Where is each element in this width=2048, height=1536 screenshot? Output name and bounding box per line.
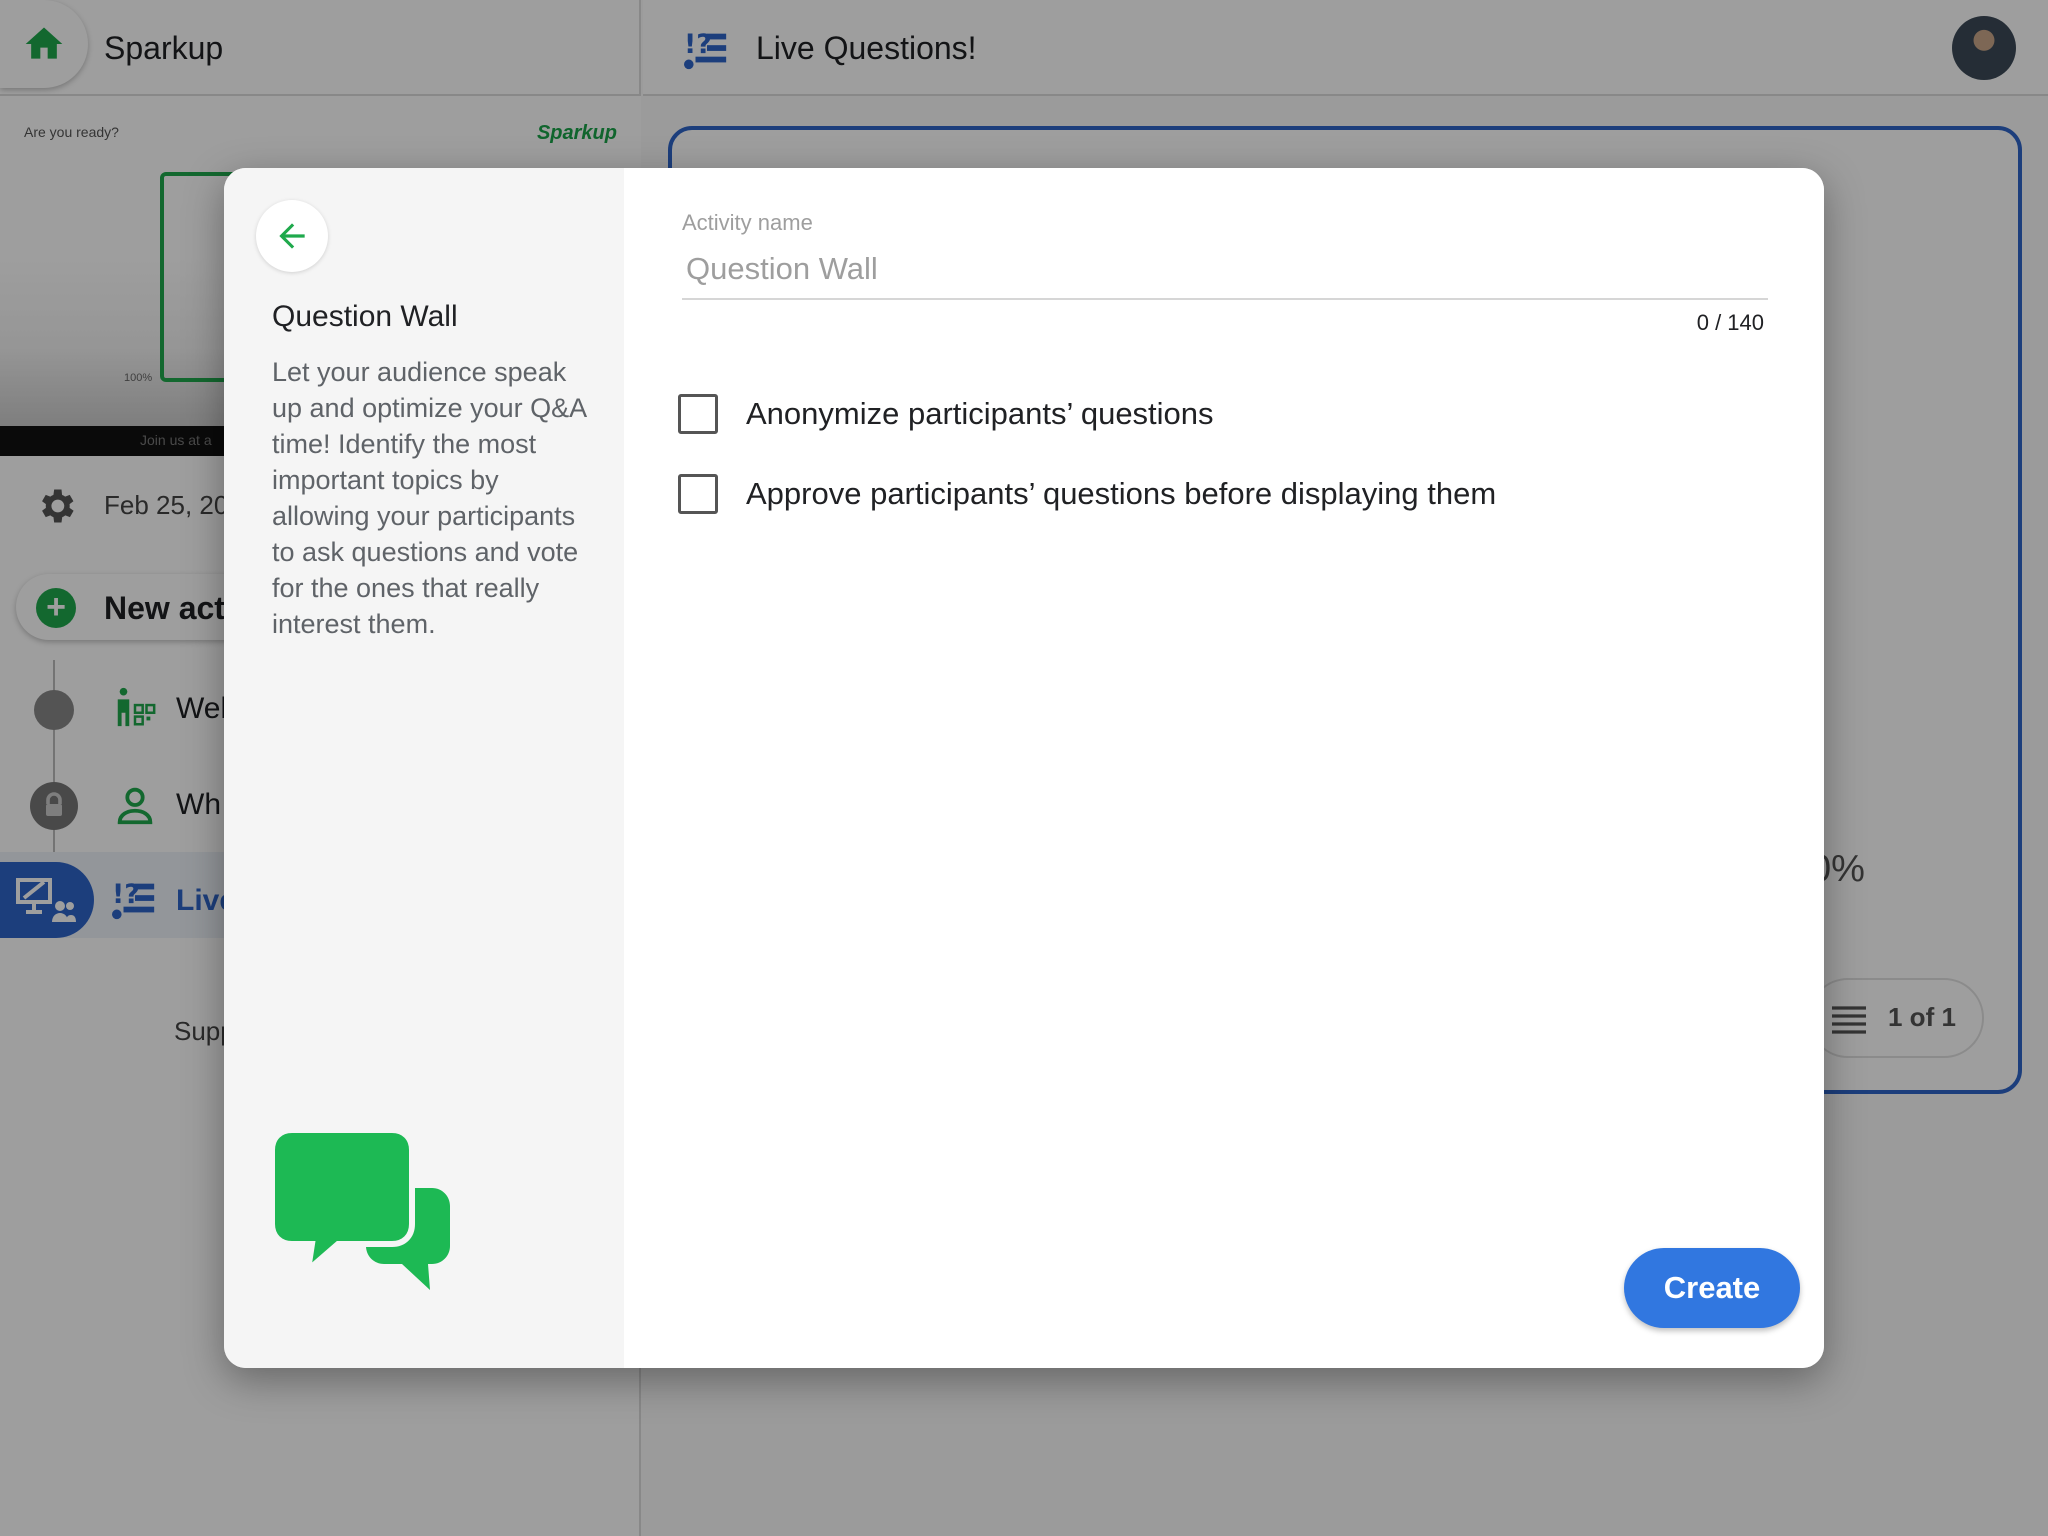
anonymize-checkbox[interactable] (678, 394, 718, 434)
character-counter: 0 / 140 (1696, 310, 1764, 335)
back-button[interactable] (256, 200, 328, 272)
activity-type-description: Let your audience speak up and optimize … (272, 357, 586, 639)
anonymize-option[interactable]: Anonymize participants’ questions (678, 392, 1678, 436)
activity-info-panel: Question Wall Let your audience speak up… (224, 168, 624, 1368)
approve-checkbox[interactable] (678, 474, 718, 514)
input-underline (682, 298, 1768, 300)
activity-name-input[interactable] (682, 246, 1768, 292)
activity-settings-panel: Activity name 0 / 140 Anonymize particip… (624, 168, 1824, 1368)
create-activity-dialog: Question Wall Let your audience speak up… (224, 168, 1824, 1368)
approve-option[interactable]: Approve participants’ questions before d… (678, 472, 1678, 516)
activity-type-title: Question Wall (272, 300, 458, 333)
approve-label: Approve participants’ questions before d… (746, 476, 1497, 511)
arrow-left-icon (279, 223, 305, 249)
anonymize-label: Anonymize participants’ questions (746, 396, 1214, 431)
activity-name-label: Activity name (682, 210, 813, 235)
create-button[interactable]: Create (1624, 1248, 1800, 1328)
chat-bubbles-icon (272, 1128, 450, 1290)
